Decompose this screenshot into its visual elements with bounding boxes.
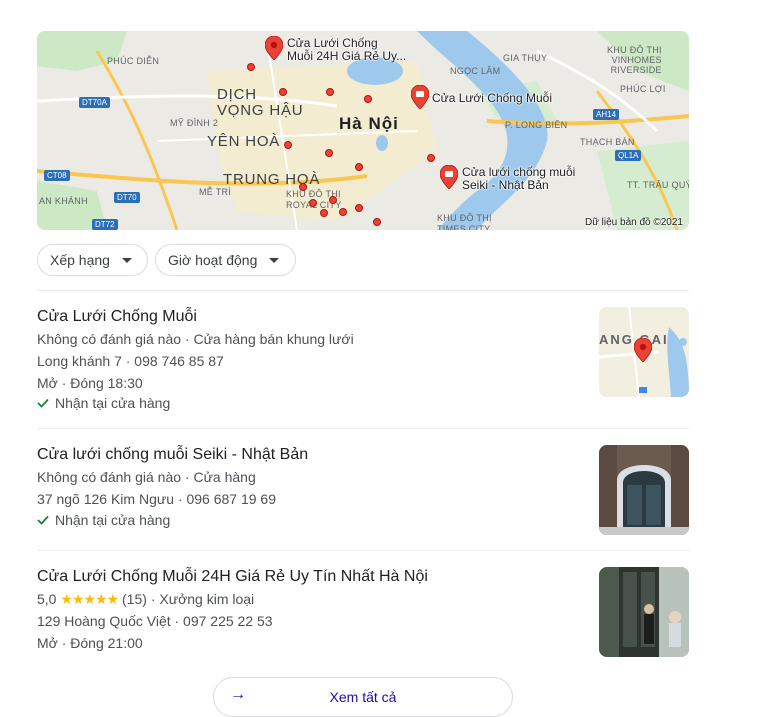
map-pin-shop-icon[interactable] [440, 165, 458, 189]
map-label-long-bien: P. LONG BIÊN [505, 120, 568, 130]
map-label-phuc-loi: PHÚC LỢI [620, 84, 666, 94]
map-label-dich-vong-hau: DỊCH VỌNG HẬU [217, 86, 304, 119]
divider [37, 550, 689, 551]
map-dot[interactable] [247, 63, 255, 71]
map-label-vinhomes: KHU ĐÔ THỊ VINHOMES RIVERSIDE [607, 45, 662, 75]
map-label-my-dinh: MỸ ĐÌNH 2 [170, 118, 219, 128]
storefront-photo [599, 445, 689, 535]
map-dot[interactable] [325, 149, 333, 157]
divider [37, 290, 689, 291]
results-map[interactable]: PHÚC DIỄN DỊCH VỌNG HẬU MỸ ĐÌNH 2 YÊN HO… [37, 31, 689, 230]
business-category: · Xưởng kim loại [150, 591, 255, 607]
filter-rating-chip[interactable]: Xếp hạng [37, 244, 148, 276]
map-dot[interactable] [373, 218, 381, 226]
road-shield-ct08: CT08 [44, 170, 70, 181]
arrow-right-icon: → [230, 686, 246, 703]
map-label-yen-hoa: YÊN HOÀ [207, 133, 281, 150]
service-option: Nhận tại cửa hàng [37, 510, 689, 530]
road-shield-dt70a: DT70A [79, 97, 110, 108]
map-label-phuc-dien: PHÚC DIỄN [107, 56, 160, 66]
star-rating-icon: ★★★★★ [60, 591, 119, 607]
map-label-thach-ban: THẠCH BÀN [580, 137, 635, 147]
map-dot[interactable] [284, 141, 292, 149]
service-option-label: Nhận tại cửa hàng [55, 512, 171, 528]
road-shield-dt72: DT72 [92, 219, 118, 230]
map-pin-label[interactable]: Cửa Lưới Chống Muỗi [432, 92, 552, 105]
map-pin-label[interactable]: Cửa Lưới Chống Muỗi 24H Giá Rẻ Uy... [287, 37, 406, 63]
map-label-ha-noi: Hà Nội [339, 114, 399, 133]
map-dot[interactable] [355, 204, 363, 212]
business-address-phone: 129 Hoàng Quốc Việt · 097 225 22 53 [37, 613, 273, 629]
road-shield-ql1a: QL1A [615, 150, 642, 161]
map-dot[interactable] [355, 163, 363, 171]
map-label-times-city: KHU ĐÔ THỊ TIMES CITY [437, 213, 492, 230]
map-dot[interactable] [339, 208, 347, 216]
filter-hours-label: Giờ hoạt động [168, 252, 258, 268]
map-label-gia-thuy: GIA THỤY [503, 53, 548, 63]
map-dot[interactable] [320, 209, 328, 217]
map-attribution: Dữ liệu bản đồ ©2021 [584, 217, 683, 228]
map-dot[interactable] [299, 183, 307, 191]
map-dot[interactable] [309, 199, 317, 207]
map-label-ngoc-lam: NGỌC LÂM [450, 66, 501, 76]
business-address-phone: 37 ngõ 126 Kim Ngưu · 096 687 19 69 [37, 491, 276, 507]
business-rating-category: Không có đánh giá nào · Cửa hàng bán khu… [37, 331, 354, 347]
shop-interior-photo [599, 567, 689, 657]
service-option-label: Nhận tại cửa hàng [55, 395, 171, 411]
map-pin-icon[interactable] [265, 36, 283, 60]
map-label-an-khanh: AN KHÁNH [39, 196, 88, 206]
checkmark-icon [37, 515, 49, 525]
service-option: Nhận tại cửa hàng [37, 394, 689, 412]
business-rating-category: Không có đánh giá nào · Cửa hàng [37, 469, 256, 485]
list-item[interactable]: Cửa lưới chống muỗi Seiki - Nhật Bản Khô… [37, 445, 689, 530]
see-all-label: Xem tất cả [329, 689, 397, 705]
map-pin-label[interactable]: Cửa lưới chống muỗi Seiki - Nhật Bản [462, 166, 575, 192]
map-dot[interactable] [364, 95, 372, 103]
rating-value: 5,0 [37, 591, 57, 607]
road-shield-ah14: AH14 [593, 109, 620, 120]
map-dot[interactable] [329, 196, 337, 204]
map-dot[interactable] [427, 154, 435, 162]
chevron-down-icon [269, 257, 280, 263]
business-name[interactable]: Cửa Lưới Chống Muỗi [37, 307, 689, 327]
business-name[interactable]: Cửa Lưới Chống Muỗi 24H Giá Rẻ Uy Tín Nh… [37, 567, 689, 587]
map-dot[interactable] [279, 88, 287, 96]
review-count[interactable]: (15) [122, 591, 147, 607]
divider [37, 428, 689, 429]
business-photo-thumbnail[interactable] [599, 567, 689, 657]
map-dot[interactable] [326, 88, 334, 96]
see-all-button[interactable]: → Xem tất cả [213, 677, 513, 717]
business-hours: Mở · Đóng 21:00 [37, 635, 143, 651]
road-shield-dt70: DT70 [114, 192, 140, 203]
business-name[interactable]: Cửa lưới chống muỗi Seiki - Nhật Bản [37, 445, 689, 465]
list-item[interactable]: Cửa Lưới Chống Muỗi 24H Giá Rẻ Uy Tín Nh… [37, 567, 689, 654]
business-address-phone: Long khánh 7 · 098 746 85 87 [37, 353, 224, 369]
business-rating-category: 5,0 ★★★★★ (15) · Xưởng kim loại [37, 588, 689, 610]
map-label-me-tri: MỄ TRÌ [199, 187, 232, 197]
map-pin-shop-icon[interactable] [411, 85, 429, 109]
map-label-trau-quy: TT. TRÂU QUỲ [627, 180, 689, 190]
filter-rating-label: Xếp hạng [50, 252, 110, 268]
checkmark-icon [37, 398, 49, 408]
map-pin-icon [634, 338, 652, 362]
business-photo-map-thumbnail[interactable]: ANG GAI [599, 307, 689, 397]
business-hours: Mở · Đóng 18:30 [37, 375, 143, 391]
list-item[interactable]: Cửa Lưới Chống Muỗi Không có đánh giá nà… [37, 307, 689, 412]
filter-hours-chip[interactable]: Giờ hoạt động [155, 244, 296, 276]
chevron-down-icon [121, 257, 132, 263]
business-photo-thumbnail[interactable] [599, 445, 689, 535]
